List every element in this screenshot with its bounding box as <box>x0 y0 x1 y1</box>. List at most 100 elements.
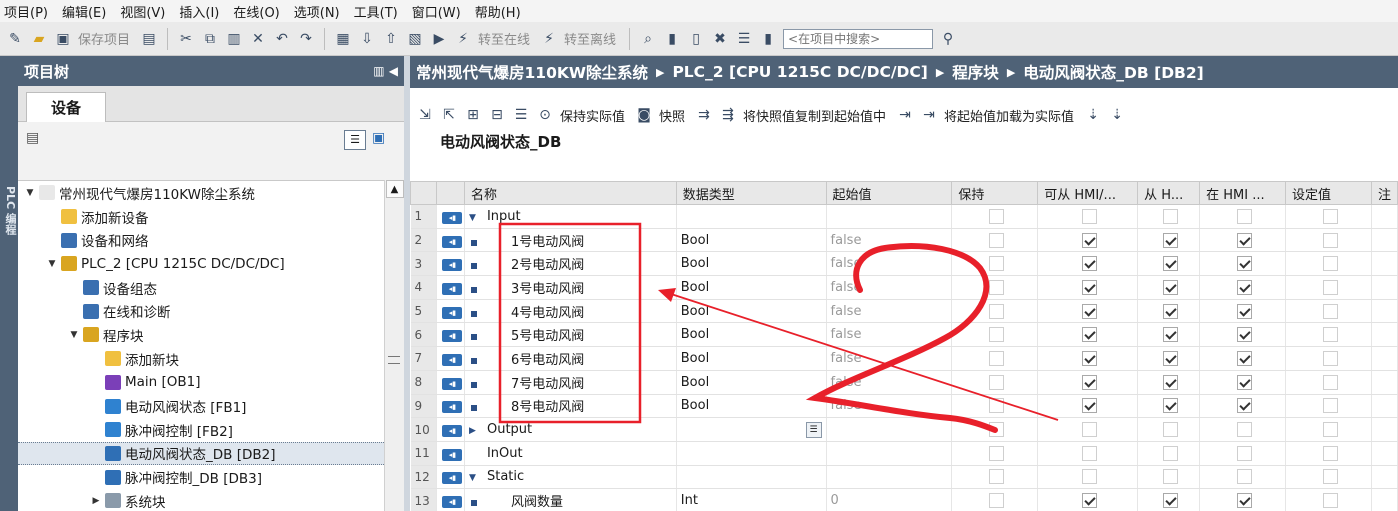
go-online-button[interactable]: 转至在线 <box>478 29 530 48</box>
retain-cell[interactable] <box>951 251 1039 277</box>
hmi-accessible-checkbox[interactable] <box>1082 350 1098 366</box>
name-cell[interactable]: 5号电动风阀 <box>464 322 677 348</box>
hmi-visible-checkbox[interactable] <box>1163 327 1179 343</box>
datatype-cell[interactable]: Bool <box>676 299 827 324</box>
col-start-value[interactable]: 起始值 <box>825 181 953 205</box>
retain-cell[interactable] <box>951 394 1039 419</box>
datatype-cell[interactable]: Int <box>676 488 827 511</box>
col-hmi-visible[interactable]: 从 H... <box>1137 181 1201 205</box>
overview-icon[interactable]: ▣ <box>372 130 385 146</box>
hmi-visible-cell[interactable] <box>1137 441 1201 466</box>
hmi-visible-cell[interactable] <box>1137 299 1201 324</box>
setpoint-cell[interactable] <box>1285 204 1372 229</box>
datatype-cell[interactable]: Bool <box>676 228 827 253</box>
tools-icon[interactable]: ✖ <box>711 30 729 48</box>
expander-icon[interactable]: ▼ <box>24 188 36 198</box>
download-icon[interactable]: ⇩ <box>358 30 376 48</box>
hmi-setpoint-cell[interactable] <box>1199 370 1287 395</box>
col-hmi-accessible[interactable]: 可从 HMI/... <box>1037 181 1139 205</box>
name-cell[interactable]: 2号电动风阀 <box>464 251 677 277</box>
table-row[interactable]: 7 ◂▮ 6号电动风阀 Bool false <box>410 346 1398 371</box>
hmi-setpoint-cell[interactable] <box>1199 346 1287 371</box>
hmi-accessible-checkbox[interactable] <box>1082 279 1098 295</box>
snapshot-icon[interactable]: ◙ <box>635 106 653 124</box>
retain-cell[interactable] <box>951 299 1039 324</box>
setpoint-cell[interactable] <box>1285 488 1372 511</box>
hmi-setpoint-cell[interactable] <box>1199 441 1287 466</box>
menu-item[interactable]: 帮助(H) <box>475 2 521 21</box>
setpoint-checkbox[interactable] <box>1323 398 1338 414</box>
expander-icon[interactable]: ▶ <box>90 496 102 506</box>
comment-cell[interactable] <box>1371 465 1398 490</box>
hmi-accessible-checkbox[interactable] <box>1082 327 1098 343</box>
expander-icon[interactable]: ▼ <box>68 330 80 340</box>
snapshot-button[interactable]: 快照 <box>659 106 685 125</box>
hmi-visible-cell[interactable] <box>1137 370 1201 395</box>
comment-cell[interactable] <box>1371 370 1398 395</box>
setpoint-checkbox[interactable] <box>1323 469 1338 485</box>
name-cell[interactable]: 3号电动风阀 <box>464 275 677 300</box>
retain-checkbox[interactable] <box>989 256 1005 272</box>
go-online-icon[interactable]: ⚡ <box>454 30 472 48</box>
name-cell[interactable]: 1号电动风阀 <box>464 228 677 253</box>
datatype-picker-icon[interactable]: ☰ <box>805 422 822 439</box>
setpoint-checkbox[interactable] <box>1323 422 1338 438</box>
table-row[interactable]: 8 ◂▮ 7号电动风阀 Bool false <box>410 370 1398 395</box>
tree-item[interactable]: 脉冲阀控制_DB [DB3] <box>18 465 404 489</box>
expander-icon[interactable]: ▼ <box>46 259 58 269</box>
hmi-visible-checkbox[interactable] <box>1163 256 1179 272</box>
hmi-setpoint-checkbox[interactable] <box>1237 279 1253 295</box>
hmi-accessible-cell[interactable] <box>1037 275 1139 300</box>
name-cell[interactable]: 风阀数量 <box>464 488 677 511</box>
hmi-visible-checkbox[interactable] <box>1163 350 1179 366</box>
copy-snapshot-all-icon[interactable]: ⇶ <box>719 106 737 124</box>
datatype-cell[interactable] <box>676 465 827 490</box>
table-row[interactable]: 13 ◂▮ 风阀数量 Int 0 <box>410 488 1398 511</box>
delete-icon[interactable]: ✕ <box>249 30 267 48</box>
hmi-setpoint-cell[interactable] <box>1199 204 1287 229</box>
table-row[interactable]: 3 ◂▮ 2号电动风阀 Bool false <box>410 251 1398 277</box>
datatype-cell[interactable]: Bool <box>676 322 827 348</box>
monitor-icon[interactable]: ⊙ <box>536 106 554 124</box>
hmi-accessible-cell[interactable] <box>1037 322 1139 348</box>
start-value-cell[interactable]: false <box>826 322 953 348</box>
hmi-setpoint-cell[interactable] <box>1199 228 1287 253</box>
menu-item[interactable]: 窗口(W) <box>412 2 461 21</box>
comment-cell[interactable] <box>1371 275 1398 300</box>
retain-checkbox[interactable] <box>989 469 1005 485</box>
setpoint-cell[interactable] <box>1285 228 1372 253</box>
hmi-setpoint-checkbox[interactable] <box>1237 493 1253 509</box>
start-value-cell[interactable]: false <box>826 275 953 300</box>
copy-snapshot-to-start-button[interactable]: 将快照值复制到起始值中 <box>743 106 886 125</box>
tree-item[interactable]: 设备和网络 <box>18 228 404 252</box>
hmi-accessible-cell[interactable] <box>1037 346 1139 371</box>
start-value-cell[interactable]: 0 <box>826 488 953 511</box>
open-editor-icon[interactable]: ▤ <box>26 130 39 146</box>
hmi-visible-cell[interactable] <box>1137 204 1201 229</box>
tab-devices[interactable]: 设备 <box>26 92 106 122</box>
breadcrumb-item[interactable]: PLC_2 [CPU 1215C DC/DC/DC] <box>672 63 927 81</box>
retain-checkbox[interactable] <box>989 350 1005 366</box>
hmi-accessible-checkbox[interactable] <box>1082 303 1098 319</box>
setpoint-checkbox[interactable] <box>1323 208 1338 224</box>
comment-cell[interactable] <box>1371 417 1398 442</box>
datatype-cell[interactable]: Bool <box>676 275 827 300</box>
col-datatype[interactable]: 数据类型 <box>675 181 827 205</box>
load-start-as-actual-button[interactable]: 将起始值加载为实际值 <box>944 106 1074 125</box>
setpoint-cell[interactable] <box>1285 417 1372 442</box>
datatype-cell[interactable]: Bool <box>676 346 827 371</box>
hmi-setpoint-checkbox[interactable] <box>1237 208 1253 224</box>
hmi-setpoint-cell[interactable] <box>1199 299 1287 324</box>
retain-checkbox[interactable] <box>989 422 1005 438</box>
scroll-up-icon[interactable]: ▲ <box>385 180 404 198</box>
print-icon[interactable]: ▤ <box>140 30 158 48</box>
tree-item[interactable]: ▼ PLC_2 [CPU 1215C DC/DC/DC] <box>18 252 404 276</box>
go-offline-icon[interactable]: ⚡ <box>540 30 558 48</box>
table-row[interactable]: 6 ◂▮ 5号电动风阀 Bool false <box>410 322 1398 348</box>
hmi-setpoint-checkbox[interactable] <box>1237 303 1253 319</box>
cut-icon[interactable]: ✂ <box>177 30 195 48</box>
setpoint-cell[interactable] <box>1285 275 1372 300</box>
hmi-accessible-checkbox[interactable] <box>1082 398 1098 414</box>
tree-item[interactable]: Main [OB1] <box>18 371 404 395</box>
menu-item[interactable]: 工具(T) <box>354 2 398 21</box>
